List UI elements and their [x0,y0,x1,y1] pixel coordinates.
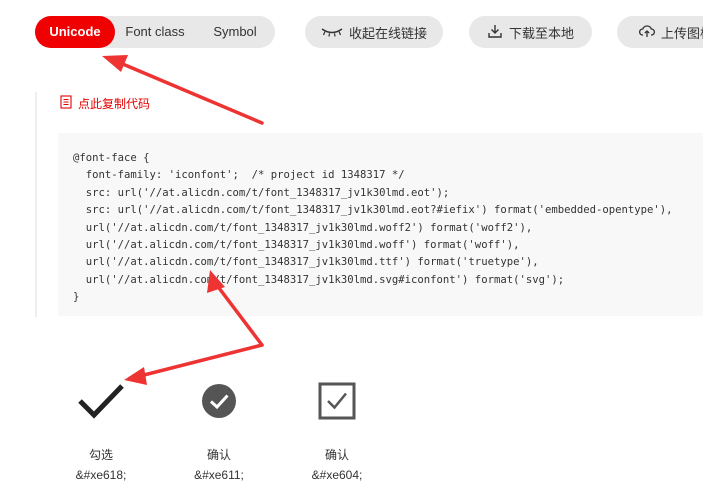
download-local-label: 下载至本地 [508,25,574,41]
upload-icon-button[interactable]: 上传图标 [617,16,703,48]
upload-icon-label: 上传图标 [661,25,703,41]
copy-code-label: 点此复制代码 [78,96,151,111]
download-icon [487,23,503,42]
arrow-to-unicode-tab [102,55,264,125]
icon-item-queren-circle[interactable]: 确认 &#xe611; [179,376,259,482]
code-type-tabs: Unicode Font class Symbol [35,16,275,48]
icon-item-queren-square[interactable]: 确认 &#xe604; [297,376,377,482]
closed-eye-icon [321,25,343,40]
code-line: font-family: 'iconfont'; /* project id 1… [73,169,405,182]
code-line: url('//at.alicdn.com/t/font_1348317_jv1k… [73,256,539,269]
code-line: url('//at.alicdn.com/t/font_1348317_jv1k… [73,221,533,234]
code-line: url('//at.alicdn.com/t/font_1348317_jv1k… [73,273,565,286]
code-line: @font-face { [73,152,150,164]
check-circle-icon [179,376,259,426]
copy-code-link[interactable]: 点此复制代码 [60,94,151,112]
icon-unicode: &#xe618; [75,468,127,482]
code-line: src: url('//at.alicdn.com/t/font_1348317… [73,204,673,217]
icon-name: 确认 [324,448,349,462]
left-divider [35,92,37,317]
document-copy-icon [60,94,73,112]
checkmark-icon [61,376,141,426]
icon-name: 确认 [206,448,231,462]
code-line: url('//at.alicdn.com/t/font_1348317_jv1k… [73,239,520,252]
icon-unicode: &#xe611; [194,468,244,482]
cloud-upload-icon [639,24,655,41]
download-local-button[interactable]: 下载至本地 [469,16,592,48]
collapse-online-link-label: 收起在线链接 [348,25,427,41]
tab-symbol[interactable]: Symbol [195,16,275,48]
code-line: src: url('//at.alicdn.com/t/font_1348317… [73,186,450,199]
icon-unicode: &#xe604; [311,468,363,482]
font-face-code: @font-face { font-family: 'iconfont'; /*… [73,150,673,307]
icon-item-gouxuan[interactable]: 勾选 &#xe618; [61,376,141,482]
code-line: } [73,291,80,304]
tab-unicode[interactable]: Unicode [35,16,115,48]
check-square-icon [297,376,377,426]
tab-font-class[interactable]: Font class [115,16,195,48]
collapse-online-link-button[interactable]: 收起在线链接 [305,16,443,48]
icon-name: 勾选 [88,448,113,462]
